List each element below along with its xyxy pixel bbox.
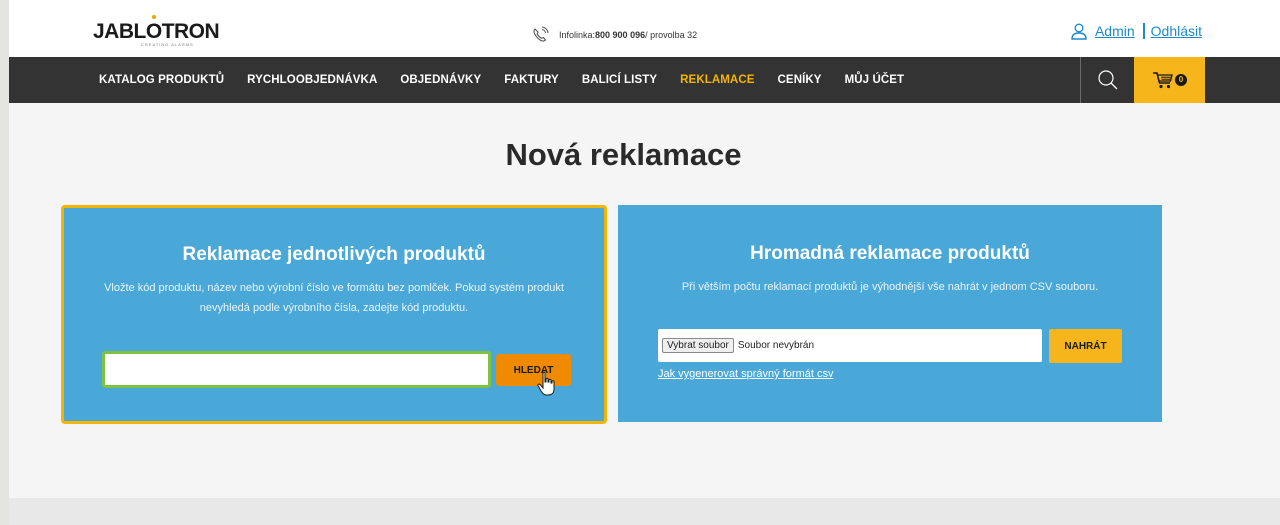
jablotron-logo[interactable]: JABLOTRON CREATING ALARMS [93, 15, 220, 47]
hotline-number: 800 900 096 [595, 30, 646, 40]
user-box: Admin Odhlásit [1070, 22, 1202, 40]
cart-count-badge: 0 [1175, 74, 1187, 86]
csv-format-help-link[interactable]: Jak vygenerovat správný formát csv [658, 368, 833, 380]
upload-button[interactable]: NAHRÁT [1049, 329, 1122, 363]
hotline: Infolinka: 800 900 096 / provolba 32 [530, 25, 697, 45]
logo-text-start: JABL [93, 20, 146, 43]
cart-icon [1153, 72, 1173, 89]
admin-link[interactable]: Admin [1095, 23, 1135, 39]
nav-items: KATALOG PRODUKTŮ RYCHLOOBJEDNÁVKA OBJEDN… [99, 57, 927, 103]
hotline-extension: / provolba 32 [645, 30, 698, 40]
logo-text-end: TRON [161, 20, 220, 43]
nav-item-faktury[interactable]: FAKTURY [504, 74, 559, 86]
nav-item-balici-listy[interactable]: BALICÍ LISTY [582, 74, 657, 86]
nav-item-ceniky[interactable]: CENÍKY [778, 74, 822, 86]
single-claim-panel: Reklamace jednotlivých produktů Vložte k… [61, 205, 607, 424]
search-product-button[interactable]: HLEDAT [496, 354, 571, 386]
top-bar: JABLOTRON CREATING ALARMS Infolinka: 800… [9, 0, 1280, 57]
footer-band [9, 498, 1280, 525]
search-icon [1097, 70, 1117, 90]
nav-item-objednavky[interactable]: OBJEDNÁVKY [400, 74, 481, 86]
nav-item-rychloobjednavka[interactable]: RYCHLOOBJEDNÁVKA [247, 74, 377, 86]
logout-link[interactable]: Odhlásit [1151, 23, 1202, 39]
cart-button[interactable]: 0 [1134, 57, 1205, 103]
phone-icon [533, 26, 549, 42]
nav-item-katalog-produktu[interactable]: KATALOG PRODUKTŮ [99, 74, 224, 86]
bulk-claim-panel: Hromadná reklamace produktů Při větším p… [618, 205, 1162, 422]
nav-item-muj-ucet[interactable]: MŮJ ÚČET [845, 74, 905, 86]
page-title: Nová reklamace [505, 137, 742, 172]
nav-item-reklamace[interactable]: REKLAMACE [680, 74, 754, 86]
logo-subtitle: CREATING ALARMS [141, 42, 194, 47]
choose-file-button[interactable]: Vybrat soubor [662, 338, 734, 353]
main-nav: KATALOG PRODUKTŮ RYCHLOOBJEDNÁVKA OBJEDN… [9, 57, 1280, 103]
bulk-claim-title: Hromadná reklamace produktů [750, 243, 1030, 264]
file-status: Soubor nevybrán [737, 340, 815, 351]
hand-cursor-icon [537, 371, 555, 396]
search-button[interactable] [1081, 57, 1134, 103]
single-claim-title: Reklamace jednotlivých produktů [182, 244, 486, 265]
bulk-claim-description: Při větším počtu reklamací produktů je v… [681, 281, 1099, 293]
logo-text-o: O [145, 15, 162, 43]
single-claim-description: Vložte kód produktu, název nebo výrobní … [104, 282, 564, 314]
hotline-label: Infolinka: [559, 30, 596, 40]
file-input[interactable]: Vybrat soubor Soubor nevybrán [658, 329, 1042, 362]
page: JABLOTRON CREATING ALARMS Infolinka: 800… [9, 0, 1280, 525]
user-divider [1142, 23, 1145, 39]
user-icon [1071, 23, 1087, 40]
product-search-input[interactable] [102, 351, 491, 388]
